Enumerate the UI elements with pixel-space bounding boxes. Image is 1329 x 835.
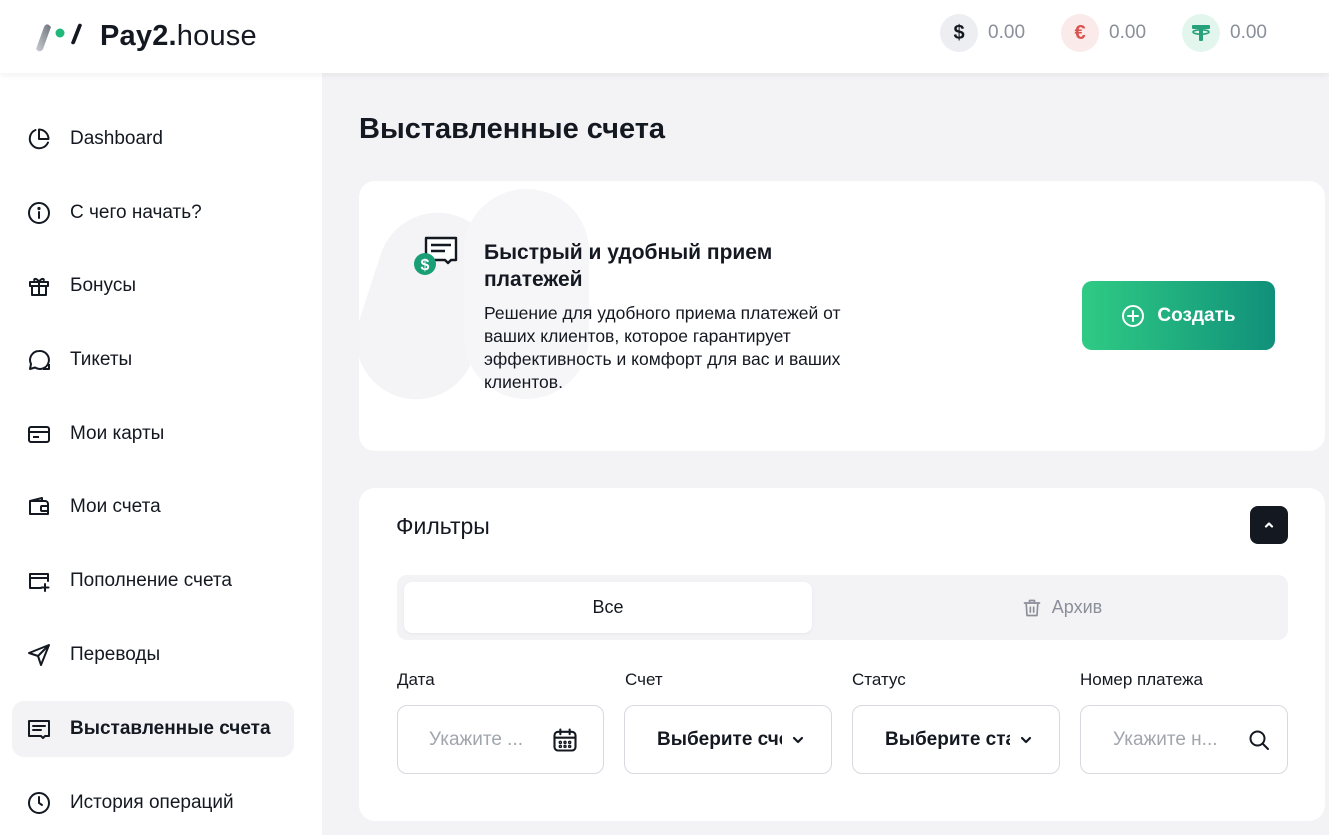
balance-eur-value: 0.00 [1109, 22, 1147, 43]
chevron-down-icon [1020, 736, 1032, 743]
sidebar-item-label: История операций [70, 792, 234, 813]
sidebar-item-transfers[interactable]: Переводы [12, 627, 294, 683]
chevron-down-icon [792, 736, 804, 743]
card-plus-icon [26, 568, 52, 594]
chat-icon [26, 347, 52, 373]
cards-icon [26, 421, 52, 447]
balance-eur[interactable]: € 0.00 [1061, 14, 1146, 52]
brand-name: Pay2.house [100, 19, 257, 52]
account-select[interactable]: Выберите сче [624, 705, 832, 774]
tab-archive[interactable]: Архив [842, 582, 1282, 633]
date-label: Дата [397, 670, 435, 689]
wallet-icon [26, 494, 52, 520]
sidebar-item-history[interactable]: История операций [12, 775, 294, 831]
clock-icon [26, 790, 52, 816]
filter-tabs: Все Архив [397, 575, 1288, 640]
sidebar-item-tickets[interactable]: Тикеты [12, 332, 294, 388]
balances-bar: $ 0.00 € 0.00 0.00 [940, 14, 1267, 52]
chevron-up-icon [1264, 522, 1274, 528]
promo-description: Решение для удобного приема платежей от … [484, 303, 841, 392]
status-label: Статус [852, 670, 906, 689]
invoice-dollar-icon: $ [413, 233, 463, 277]
tether-icon [1182, 14, 1221, 52]
balance-usdt-value: 0.00 [1230, 22, 1267, 43]
create-button-label: Создать [1157, 304, 1236, 326]
sidebar-item-getting-started[interactable]: С чего начать? [12, 185, 294, 241]
tab-all[interactable]: Все [404, 582, 812, 633]
logo-mark-icon [34, 19, 86, 53]
account-select-value: Выберите сче [657, 728, 782, 750]
payment-number-placeholder: Укажите н... [1113, 728, 1218, 750]
sidebar-item-label: Пополнение счета [70, 570, 232, 591]
account-label: Счет [625, 670, 663, 689]
filters-title: Фильтры [396, 513, 490, 539]
status-select-value: Выберите ста [885, 728, 1010, 750]
plus-circle-icon [1122, 304, 1145, 327]
payment-number-label: Номер платежа [1080, 670, 1203, 689]
dollar-icon: $ [940, 14, 979, 52]
sidebar: Dashboard С чего начать? Бонусы Тикеты М… [0, 73, 322, 835]
sidebar-item-label: С чего начать? [70, 202, 202, 223]
collapse-filters-button[interactable] [1250, 506, 1288, 544]
status-select[interactable]: Выберите ста [852, 705, 1060, 774]
promo-title: Быстрый и удобный прием платежей [484, 241, 773, 291]
sidebar-item-invoices[interactable]: Выставленные счета [12, 701, 294, 757]
filters-panel: Фильтры Все Архив Дата Укажите ... Счет … [359, 488, 1325, 821]
search-icon [1249, 730, 1269, 750]
balance-usd[interactable]: $ 0.00 [940, 14, 1025, 52]
sidebar-item-label: Dashboard [70, 128, 163, 149]
date-placeholder: Укажите ... [429, 728, 524, 750]
sidebar-item-bonuses[interactable]: Бонусы [12, 258, 294, 314]
tab-archive-label: Архив [1051, 597, 1103, 617]
calendar-icon [553, 727, 577, 752]
sidebar-item-top-up[interactable]: Пополнение счета [12, 553, 294, 609]
sidebar-item-label: Мои карты [70, 423, 165, 444]
euro-icon: € [1061, 14, 1100, 52]
sidebar-item-label: Бонусы [70, 275, 136, 296]
balance-usd-value: 0.00 [988, 22, 1026, 43]
pie-chart-icon [26, 126, 52, 152]
sidebar-item-label: Выставленные счета [70, 718, 271, 739]
sidebar-item-label: Переводы [70, 644, 161, 665]
trash-icon [1023, 599, 1041, 616]
sidebar-item-my-accounts[interactable]: Мои счета [12, 479, 294, 535]
sidebar-item-label: Тикеты [70, 349, 133, 370]
invoice-icon [26, 716, 52, 742]
payment-number-input[interactable]: Укажите н... [1080, 705, 1288, 774]
brand-logo[interactable]: Pay2.house [34, 16, 257, 56]
send-icon [26, 642, 52, 668]
promo-card: $ Быстрый и удобный прием платежей Решен… [359, 181, 1325, 451]
svg-text:$: $ [421, 257, 430, 274]
info-icon [26, 200, 52, 226]
gift-icon [26, 273, 52, 299]
create-invoice-button[interactable]: Создать [1082, 281, 1275, 350]
sidebar-item-dashboard[interactable]: Dashboard [12, 111, 294, 167]
top-header: Pay2.house $ 0.00 € 0.00 0.00 [0, 0, 1329, 73]
sidebar-item-my-cards[interactable]: Мои карты [12, 406, 294, 462]
page-title: Выставленные счета [359, 113, 666, 145]
balance-usdt[interactable]: 0.00 [1182, 14, 1267, 52]
date-field[interactable]: Укажите ... [397, 705, 604, 774]
sidebar-item-label: Мои счета [70, 496, 161, 517]
